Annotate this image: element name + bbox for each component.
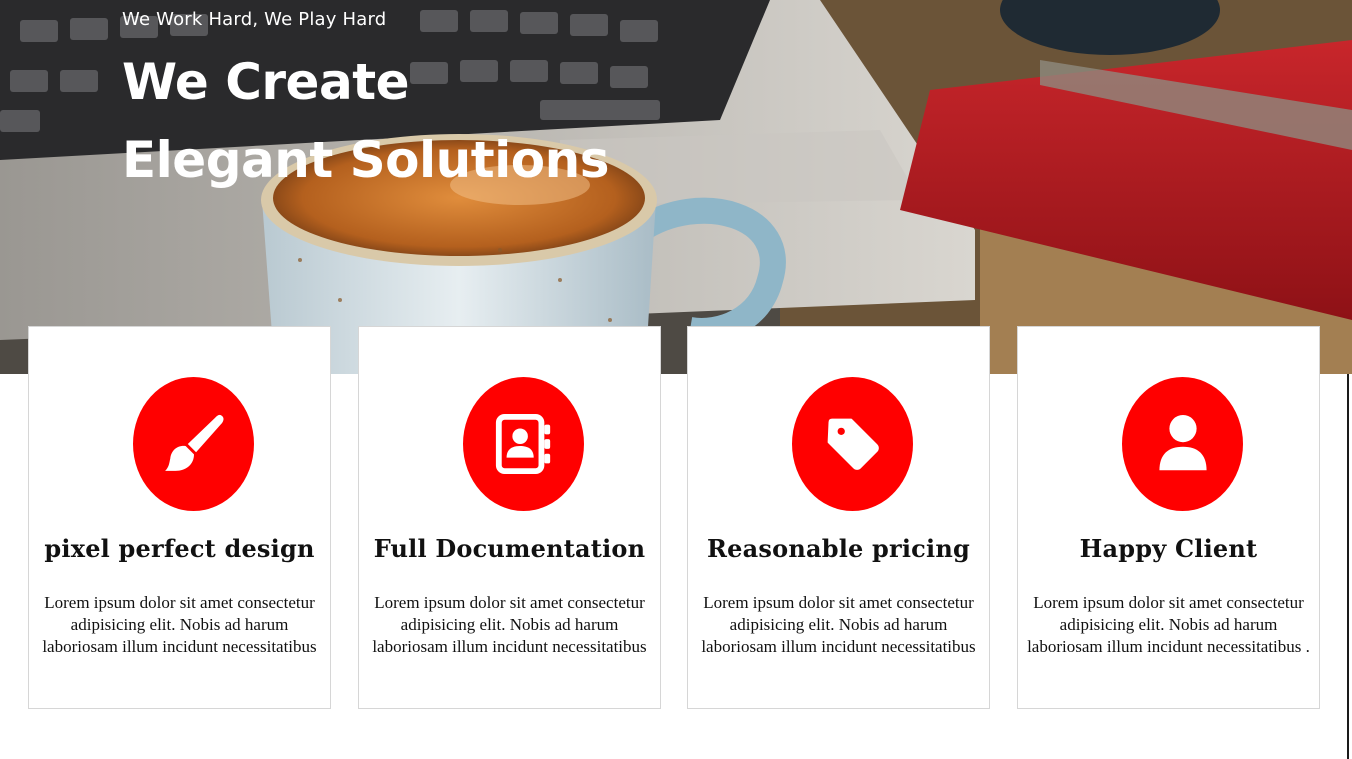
- paintbrush-icon: [133, 377, 254, 511]
- feature-title: Happy Client: [1079, 534, 1258, 563]
- feature-description: Lorem ipsum dolor sit amet consectetur a…: [1027, 593, 1310, 656]
- address-book-icon: [463, 377, 584, 511]
- page-edge-divider: [1347, 374, 1349, 759]
- feature-card: Full Documentation Lorem ipsum dolor sit…: [358, 326, 661, 709]
- feature-title: Full Documentation: [373, 534, 646, 563]
- feature-card: pixel perfect design Lorem ipsum dolor s…: [28, 326, 331, 709]
- feature-card: Happy Client Lorem ipsum dolor sit amet …: [1017, 326, 1320, 709]
- feature-description: Lorem ipsum dolor sit amet consectetur a…: [372, 593, 647, 656]
- feature-card: Reasonable pricing Lorem ipsum dolor sit…: [687, 326, 990, 709]
- feature-description: Lorem ipsum dolor sit amet consectetur a…: [701, 593, 976, 656]
- hero-text: We Work Hard, We Play Hard We Create Ele…: [122, 7, 609, 199]
- hero-headline-line2: Elegant Solutions: [122, 131, 609, 189]
- feature-title: pixel perfect design: [44, 534, 315, 563]
- price-tag-icon: [792, 377, 913, 511]
- hero-section: We Work Hard, We Play Hard We Create Ele…: [0, 0, 1352, 374]
- hero-headline: We Create Elegant Solutions: [122, 43, 609, 199]
- hero-headline-line1: We Create: [122, 53, 410, 111]
- feature-title: Reasonable pricing: [707, 534, 970, 563]
- hero-tagline: We Work Hard, We Play Hard: [122, 9, 387, 30]
- user-icon: [1122, 377, 1243, 511]
- feature-description: Lorem ipsum dolor sit amet consectetur a…: [42, 593, 317, 656]
